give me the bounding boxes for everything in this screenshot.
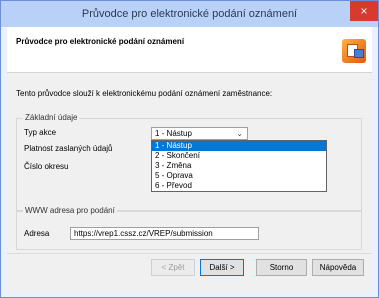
dropdown-option[interactable]: 3 - Změna xyxy=(152,161,326,171)
web-address-legend: WWW adresa pro podání xyxy=(23,206,117,215)
dropdown-option[interactable]: 2 - Skončení xyxy=(152,151,326,161)
validity-label: Platnost zaslaných údajů xyxy=(24,144,113,153)
intro-text: Tento průvodce slouží k elektronickému p… xyxy=(16,89,273,98)
help-button[interactable]: Nápověda xyxy=(312,259,364,276)
address-label: Adresa xyxy=(24,229,50,238)
wizard-header: Průvodce pro elektronické podání oznámen… xyxy=(7,27,372,73)
dropdown-option[interactable]: 5 - Oprava xyxy=(152,171,326,181)
action-type-value: 1 - Nástup xyxy=(155,129,192,138)
next-button[interactable]: Další > xyxy=(200,259,244,276)
address-input[interactable]: https://vrep1.cssz.cz/VREP/submission xyxy=(70,227,259,240)
back-button[interactable]: < Zpět xyxy=(151,259,195,276)
action-type-dropdown: 1 - Nástup 2 - Skončení 3 - Změna 5 - Op… xyxy=(151,140,327,192)
wizard-heading: Průvodce pro elektronické podání oznámen… xyxy=(16,37,185,46)
district-number-label: Číslo okresu xyxy=(24,162,69,171)
footer-divider xyxy=(7,253,372,254)
wizard-client: Průvodce pro elektronické podání oznámen… xyxy=(7,27,372,293)
basic-info-legend: Základní údaje xyxy=(23,113,80,122)
close-button[interactable]: × xyxy=(350,1,378,21)
chevron-down-icon[interactable]: ⌄ xyxy=(236,128,243,139)
action-type-label: Typ akce xyxy=(24,128,57,137)
action-type-select[interactable]: 1 - Nástup ⌄ xyxy=(151,127,248,140)
dropdown-option[interactable]: 1 - Nástup xyxy=(152,141,326,151)
wizard-window: Průvodce pro elektronické podání oznámen… xyxy=(0,0,379,298)
cancel-button[interactable]: Storno xyxy=(256,259,307,276)
wizard-icon xyxy=(342,39,366,63)
dropdown-option[interactable]: 6 - Převod xyxy=(152,181,326,191)
window-title: Průvodce pro elektronické podání oznámen… xyxy=(81,8,298,20)
title-bar[interactable]: Průvodce pro elektronické podání oznámen… xyxy=(1,1,378,27)
